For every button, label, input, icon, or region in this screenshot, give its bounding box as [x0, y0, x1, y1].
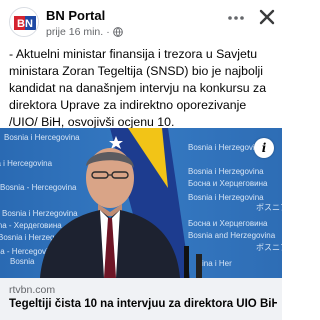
svg-text:Bosnia i Herzegovina: Bosnia i Herzegovina [188, 143, 264, 152]
more-horizontal-icon[interactable] [227, 9, 245, 27]
globe-icon [112, 27, 123, 37]
svg-text:ボスニア: ボスニア [256, 243, 282, 252]
page-avatar[interactable]: BN [9, 7, 39, 37]
post-meta: prije 16 min. · [46, 26, 123, 38]
post-photo[interactable]: Bosnia i Hercegovina na i Hercegovina Bo… [0, 128, 282, 278]
link-domain[interactable]: rtvbn.com [9, 284, 55, 296]
post-header: BN BN Portal prije 16 min. · [0, 0, 282, 44]
svg-text:Bosnia i Herzegovina: Bosnia i Herzegovina [188, 193, 264, 202]
info-icon[interactable]: i [254, 138, 274, 158]
post-text: - Aktuelni ministar finansija i trezora … [9, 47, 267, 129]
svg-text:Bosnia i Hercegovina: Bosnia i Hercegovina [4, 133, 80, 142]
meta-separator: · [106, 26, 110, 38]
svg-text:ina - Хердеговина: ina - Хердеговина [0, 221, 62, 230]
svg-text:Босна и Херцеговина: Босна и Херцеговина [188, 179, 268, 188]
svg-text:Bosnia - Hercegovina: Bosnia - Hercegovina [0, 183, 77, 192]
link-title[interactable]: Tegeltiji čista 10 na intervjuu za direk… [9, 298, 277, 310]
svg-text:Bosnia i Herzegovina: Bosnia i Herzegovina [2, 209, 78, 218]
svg-text:Bosnia i Herzegovina: Bosnia i Herzegovina [188, 167, 264, 176]
close-icon[interactable] [258, 8, 276, 26]
page-name[interactable]: BN Portal [46, 8, 105, 23]
svg-text:Bosnia and Herzegovina: Bosnia and Herzegovina [188, 231, 276, 240]
svg-text:ボスニア: ボスニア [256, 203, 282, 212]
svg-text:Босна и Херцеговина: Босна и Херцеговина [188, 219, 268, 228]
avatar-text: BN [17, 18, 33, 30]
svg-text:ina i Her: ina i Her [202, 259, 232, 268]
post-time[interactable]: prije 16 min. [46, 26, 103, 38]
svg-text:na i Hercegovina: na i Hercegovina [0, 159, 53, 168]
svg-text:Bosnia: Bosnia [10, 257, 35, 266]
photo-illustration: Bosnia i Hercegovina na i Hercegovina Bo… [0, 128, 282, 278]
bn-logo-icon: BN [10, 8, 38, 36]
